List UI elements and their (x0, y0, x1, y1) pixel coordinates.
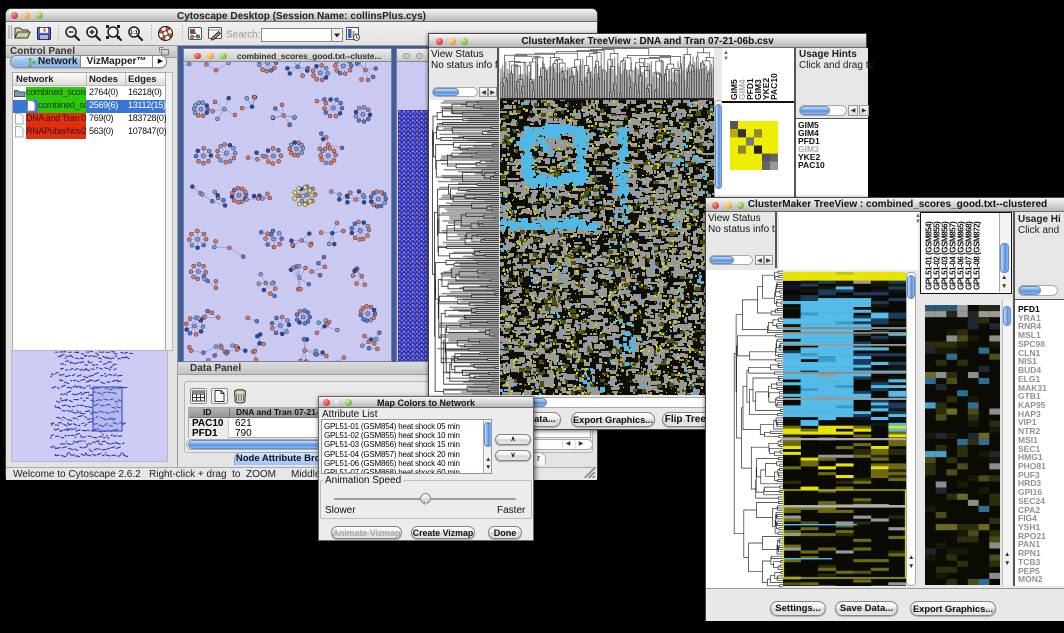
svg-text:Search:: Search: (226, 30, 260, 41)
svg-text:1:1: 1:1 (130, 30, 138, 36)
